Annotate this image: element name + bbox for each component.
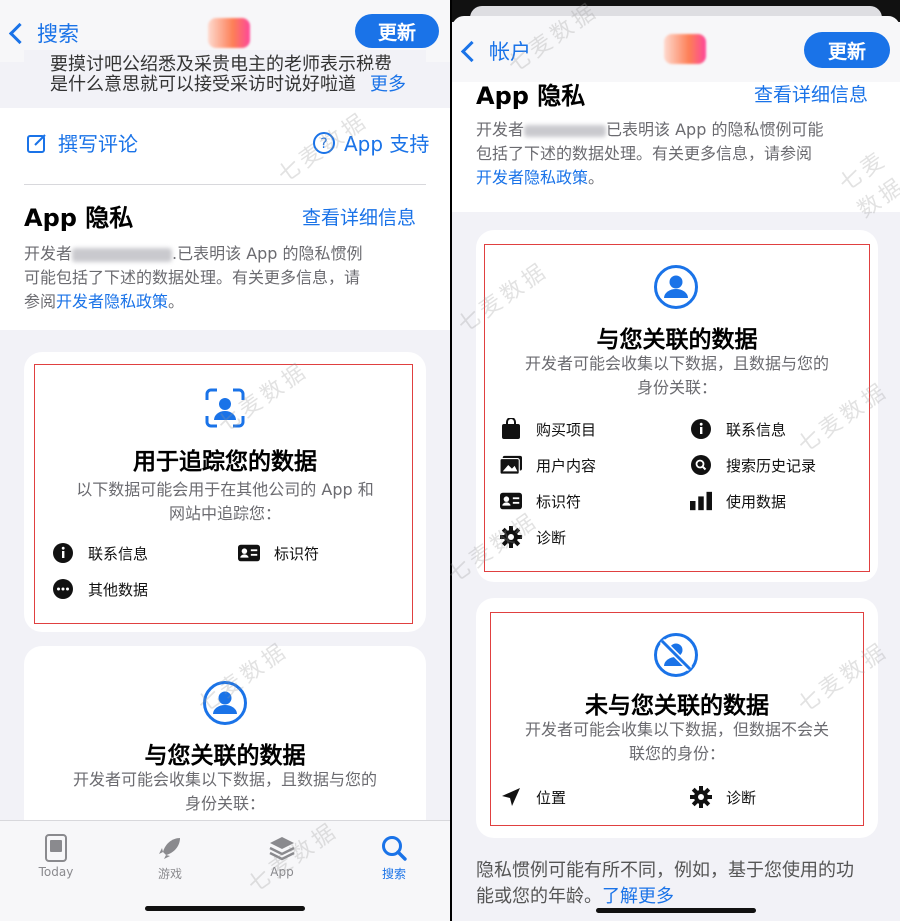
info-circle-icon	[52, 542, 74, 564]
home-indicator	[145, 906, 305, 911]
tab-games[interactable]: 游戏	[130, 831, 210, 882]
person-circle-icon	[203, 681, 247, 725]
home-indicator	[596, 908, 756, 913]
chevron-left-icon	[460, 40, 483, 62]
privacy-policy-link[interactable]: 开发者隐私政策	[476, 168, 588, 187]
svg-text:?: ?	[320, 136, 327, 152]
privacy-header: App 隐私 查看详细信息 开发者 已表明该 App 的隐私惯例可能 包括了下述的…	[452, 82, 900, 212]
rocket-icon	[159, 838, 180, 859]
privacy-description: 开发者 已表明该 App 的隐私惯例可能 包括了下述的数据处理。有关更多信息，请参…	[476, 120, 824, 187]
divider	[24, 184, 426, 185]
app-support-button[interactable]: ? App 支持	[312, 128, 429, 157]
linked-card-title: 与您关联的数据	[144, 743, 306, 769]
update-button[interactable]: 更新	[355, 14, 439, 48]
compose-icon	[27, 133, 46, 153]
photo-icon	[500, 454, 522, 476]
person-circle-icon	[654, 265, 698, 309]
back-button[interactable]: 搜索	[8, 18, 79, 48]
tab-bar: Today 游戏 App 搜索	[0, 820, 450, 921]
linked-item-contact: 联系信息	[690, 418, 786, 440]
tab-search[interactable]: 搜索	[354, 831, 434, 882]
not-linked-data-card[interactable]: 未与您关联的数据 开发者可能会收集以下数据，但数据不会关 联您的身份： 位置 诊断	[476, 598, 878, 838]
tracking-card-title: 用于追踪您的数据	[133, 449, 317, 475]
privacy-title: App 隐私	[476, 82, 586, 110]
today-icon	[45, 834, 67, 862]
tracking-item-contact: 联系信息	[52, 542, 148, 564]
update-button[interactable]: 更新	[804, 32, 890, 68]
app-icon	[664, 34, 706, 64]
linked-item-user-content: 用户内容	[500, 454, 596, 476]
search-icon	[382, 836, 407, 861]
right-screenshot: 帐户 更新 App 隐私 查看详细信息 开发者 已表明该 App 的隐私惯例可能 …	[452, 0, 900, 921]
review-line-2: 是什么意思就可以接受采访时说好啦道	[50, 74, 356, 95]
more-link[interactable]: 更多	[364, 70, 406, 96]
linked-item-search-history: 搜索历史记录	[690, 454, 816, 476]
info-circle-icon	[690, 418, 712, 440]
not-linked-card-title: 未与您关联的数据	[585, 693, 769, 719]
left-screenshot: 搜索 更新 要摸讨吧公绍悉及采贵电主的老师表示税费 是什么意思就可以接受采访时说…	[0, 0, 450, 921]
review-snippet: 要摸讨吧公绍悉及采贵电主的老师表示税费 是什么意思就可以接受采访时说好啦道 更多	[24, 50, 426, 108]
not-linked-card-subtitle: 开发者可能会收集以下数据，但数据不会关 联您的身份：	[524, 720, 829, 763]
linked-card-subtitle: 开发者可能会收集以下数据，且数据与您的 身份关联：	[72, 770, 377, 813]
footer-note: 隐私惯例可能有所不同，例如，基于您使用的功 能或您的年龄。了解更多	[476, 860, 854, 907]
see-details-link[interactable]: 查看详细信息	[754, 80, 868, 107]
layers-icon	[269, 837, 295, 861]
nav-bar: 帐户 更新	[452, 16, 900, 82]
app-support-label: App 支持	[344, 132, 430, 156]
tab-today[interactable]: Today	[16, 831, 96, 879]
location-arrow-icon	[500, 786, 522, 808]
see-details-link[interactable]: 查看详细信息	[302, 203, 416, 230]
tracking-item-identifier: 标识符	[238, 542, 319, 564]
back-label: 帐户	[489, 40, 531, 64]
learn-more-link[interactable]: 了解更多	[602, 886, 674, 907]
question-circle-icon: ?	[313, 131, 335, 154]
tab-app[interactable]: App	[242, 831, 322, 879]
not-linked-item-location: 位置	[500, 786, 566, 808]
search-circle-icon	[690, 454, 712, 476]
more-circle-icon	[52, 578, 74, 600]
write-review-label: 撰写评论	[58, 132, 138, 156]
linked-card-subtitle: 开发者可能会收集以下数据，且数据与您的 身份关联：	[524, 354, 829, 397]
gear-icon	[690, 786, 712, 808]
id-card-icon	[500, 490, 522, 512]
privacy-title: App 隐私	[24, 204, 134, 232]
linked-data-card[interactable]: 与您关联的数据 开发者可能会收集以下数据，且数据与您的 身份关联： 购买项目 联系…	[476, 230, 878, 582]
linked-item-diagnostics: 诊断	[500, 526, 566, 548]
linked-card-title: 与您关联的数据	[596, 327, 758, 353]
linked-item-purchases: 购买项目	[500, 418, 596, 440]
app-icon	[208, 18, 250, 48]
tracking-face-icon	[205, 388, 245, 428]
chevron-left-icon	[8, 22, 31, 44]
privacy-description: 开发者 .已表明该 App 的隐私惯例 可能包括了下述的数据处理。有关更多信息，请…	[24, 244, 363, 311]
id-card-icon	[238, 542, 260, 564]
gear-icon	[500, 526, 522, 548]
back-button[interactable]: 帐户	[460, 36, 531, 66]
privacy-policy-link[interactable]: 开发者隐私政策	[56, 292, 168, 311]
shopping-bag-icon	[500, 418, 522, 440]
tracking-item-other: 其他数据	[52, 578, 148, 600]
bar-chart-icon	[690, 490, 712, 512]
not-linked-item-diagnostics: 诊断	[690, 786, 756, 808]
linked-item-usage: 使用数据	[690, 490, 786, 512]
write-review-button[interactable]: 撰写评论	[26, 128, 138, 157]
tracking-data-card[interactable]: 用于追踪您的数据 以下数据可能会用于在其他公司的 App 和网站中追踪您： 联系…	[24, 352, 426, 632]
person-slash-icon	[654, 633, 698, 677]
linked-item-identifier: 标识符	[500, 490, 581, 512]
tracking-card-subtitle: 以下数据可能会用于在其他公司的 App 和网站中追踪您：	[76, 480, 374, 523]
back-label: 搜索	[37, 22, 79, 46]
